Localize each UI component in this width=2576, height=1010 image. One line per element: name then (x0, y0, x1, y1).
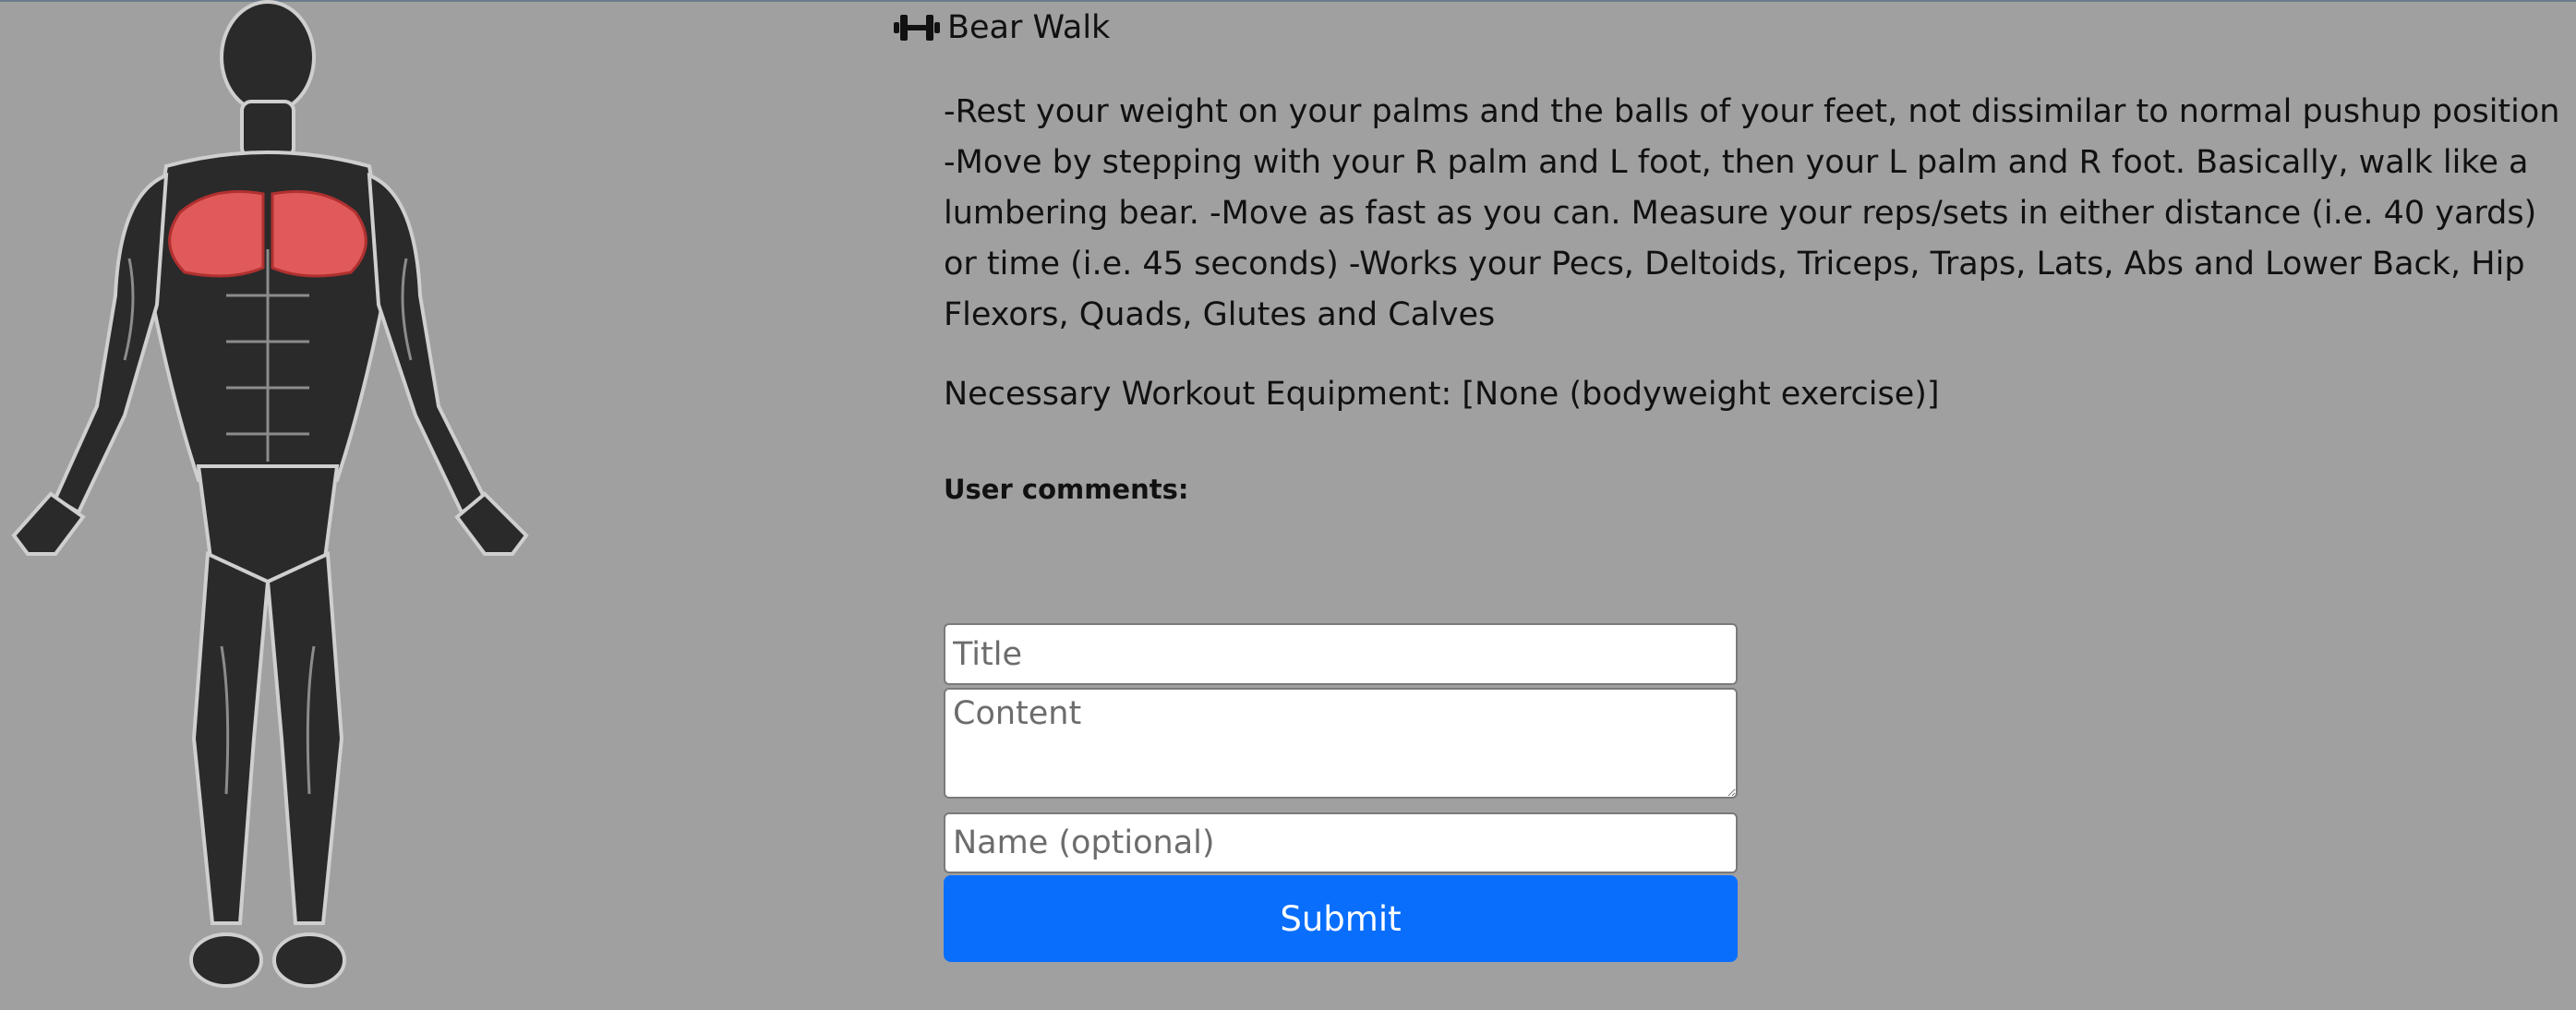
comment-content-textarea[interactable] (944, 688, 1738, 799)
comment-title-input[interactable] (944, 623, 1738, 685)
user-comments-label: User comments: (944, 474, 1189, 505)
exercise-header: Bear Walk (892, 7, 1110, 48)
exercise-title: Bear Walk (947, 9, 1111, 46)
exercise-description: -Rest your weight on your palms and the … (944, 87, 2573, 341)
description-paragraph: -Rest your weight on your palms and the … (944, 93, 2560, 333)
dumbbell-icon (894, 15, 940, 41)
equipment-text: Necessary Workout Equipment: [None (body… (944, 376, 1940, 413)
comment-name-input[interactable] (944, 812, 1738, 873)
muscle-anatomy-figure (0, 0, 545, 1010)
submit-button[interactable]: Submit (944, 875, 1738, 962)
